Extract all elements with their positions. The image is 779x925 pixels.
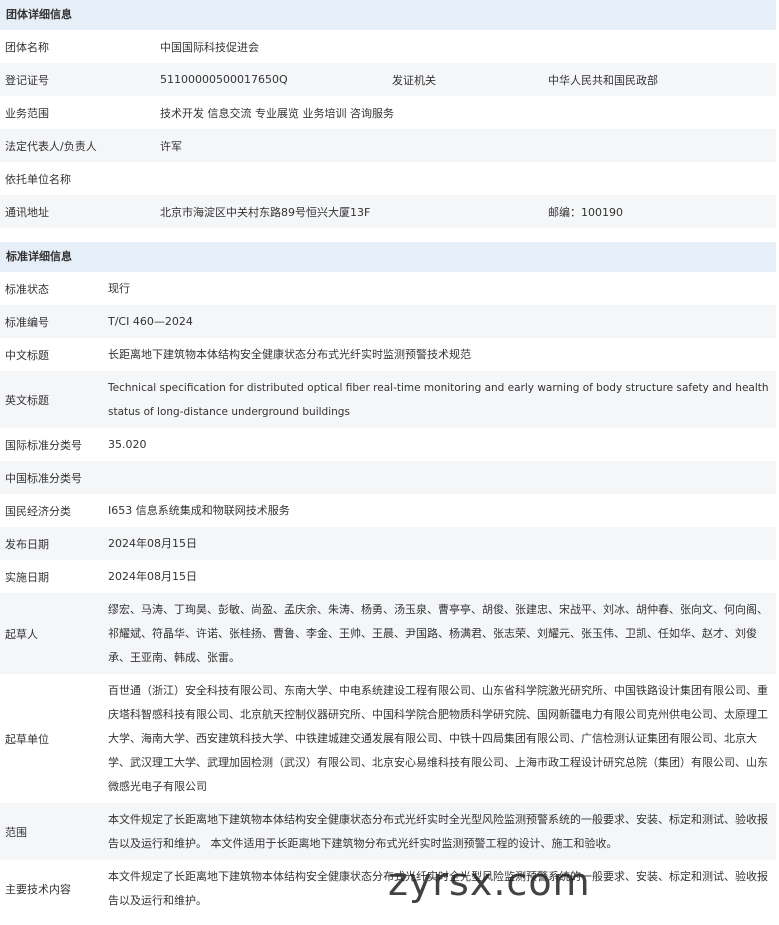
addr-label: 通讯地址 <box>5 205 49 219</box>
scope-value: 技术开发 信息交流 专业展览 业务培训 咨询服务 <box>160 106 394 120</box>
org-section-title: 团体详细信息 <box>0 0 776 30</box>
std-row-label: 标准编号 <box>5 315 49 329</box>
std-row: 标准编号 T/CI 460—2024 <box>0 305 776 338</box>
std-row: 中国标准分类号 <box>0 461 776 494</box>
std-row-value: I653 信息系统集成和物联网技术服务 <box>108 503 290 517</box>
org-scope-row: 业务范围 技术开发 信息交流 专业展览 业务培训 咨询服务 <box>0 96 776 129</box>
org-rep-row: 法定代表人/负责人 许军 <box>0 129 776 162</box>
std-row: 标准状态 现行 <box>0 272 776 305</box>
std-row-label: 国际标准分类号 <box>5 438 82 452</box>
std-row-value: Technical specification for distributed … <box>108 381 769 418</box>
std-row-label: 中文标题 <box>5 348 49 362</box>
support-label: 依托单位名称 <box>5 172 71 186</box>
rep-label: 法定代表人/负责人 <box>5 139 97 153</box>
std-row-label: 起草单位 <box>5 732 49 746</box>
std-row: 国民经济分类 I653 信息系统集成和物联网技术服务 <box>0 494 776 527</box>
detail-page: 团体详细信息 团体名称 中国国际科技促进会 登记证号 5110000050001… <box>0 0 776 917</box>
std-row-value: 本文件规定了长距离地下建筑物本体结构安全健康状态分布式光纤实时全光型风险监测预警… <box>108 812 768 850</box>
std-row-value: 2024年08月15日 <box>108 569 197 583</box>
std-row-label: 国民经济分类 <box>5 504 71 518</box>
std-row: 中文标题 长距离地下建筑物本体结构安全健康状态分布式光纤实时监测预警技术规范 <box>0 338 776 371</box>
org-name-label: 团体名称 <box>5 40 49 54</box>
rep-value: 许军 <box>160 139 182 153</box>
std-row-label: 主要技术内容 <box>5 882 71 896</box>
section-gap <box>0 228 776 242</box>
std-section-title: 标准详细信息 <box>0 242 776 272</box>
org-name-row: 团体名称 中国国际科技促进会 <box>0 30 776 63</box>
zip-value: 邮编：100190 <box>548 205 623 219</box>
org-support-row: 依托单位名称 <box>0 162 776 195</box>
std-row-value: T/CI 460—2024 <box>108 314 193 328</box>
std-row: 实施日期 2024年08月15日 <box>0 560 776 593</box>
watermark-text: zyrsx.com <box>388 860 591 904</box>
addr-value: 北京市海淀区中关村东路89号恒兴大厦13F <box>160 205 371 219</box>
std-row-value: 2024年08月15日 <box>108 536 197 550</box>
std-row: 发布日期 2024年08月15日 <box>0 527 776 560</box>
std-row: 国际标准分类号 35.020 <box>0 428 776 461</box>
reg-label: 登记证号 <box>5 73 49 87</box>
std-row-label: 实施日期 <box>5 570 49 584</box>
std-row-value: 缪宏、马涛、丁珣昊、彭敏、尚盈、孟庆余、朱涛、杨勇、汤玉泉、曹亭亭、胡俊、张建忠… <box>108 602 768 664</box>
std-row: 英文标题 Technical specification for distrib… <box>0 371 776 428</box>
org-addr-row: 通讯地址 北京市海淀区中关村东路89号恒兴大厦13F 邮编：100190 <box>0 195 776 228</box>
std-row-value: 现行 <box>108 281 130 295</box>
std-row: 起草人 缪宏、马涛、丁珣昊、彭敏、尚盈、孟庆余、朱涛、杨勇、汤玉泉、曹亭亭、胡俊… <box>0 593 776 674</box>
std-row-value: 百世通（浙江）安全科技有限公司、东南大学、中电系统建设工程有限公司、山东省科学院… <box>108 683 768 793</box>
std-row: 范围 本文件规定了长距离地下建筑物本体结构安全健康状态分布式光纤实时全光型风险监… <box>0 803 776 860</box>
issuer-value: 中华人民共和国民政部 <box>548 73 658 87</box>
std-row-value: 35.020 <box>108 437 147 451</box>
org-info-table: 团体名称 中国国际科技促进会 登记证号 51100000500017650Q 发… <box>0 30 776 228</box>
issuer-label: 发证机关 <box>392 73 436 87</box>
reg-value: 51100000500017650Q <box>160 73 288 86</box>
std-info-table: 标准状态 现行 标准编号 T/CI 460—2024 中文标题 长距离地下建筑物… <box>0 272 776 917</box>
org-reg-row: 登记证号 51100000500017650Q 发证机关 中华人民共和国民政部 <box>0 63 776 96</box>
std-row-label: 英文标题 <box>5 393 49 407</box>
org-name-value: 中国国际科技促进会 <box>160 40 259 54</box>
std-row-label: 起草人 <box>5 627 38 641</box>
std-row-label: 范围 <box>5 825 27 839</box>
std-row: 起草单位 百世通（浙江）安全科技有限公司、东南大学、中电系统建设工程有限公司、山… <box>0 674 776 803</box>
scope-label: 业务范围 <box>5 106 49 120</box>
std-row-label: 标准状态 <box>5 282 49 296</box>
std-row-label: 发布日期 <box>5 537 49 551</box>
std-row-label: 中国标准分类号 <box>5 471 82 485</box>
std-row-value: 长距离地下建筑物本体结构安全健康状态分布式光纤实时监测预警技术规范 <box>108 347 471 361</box>
